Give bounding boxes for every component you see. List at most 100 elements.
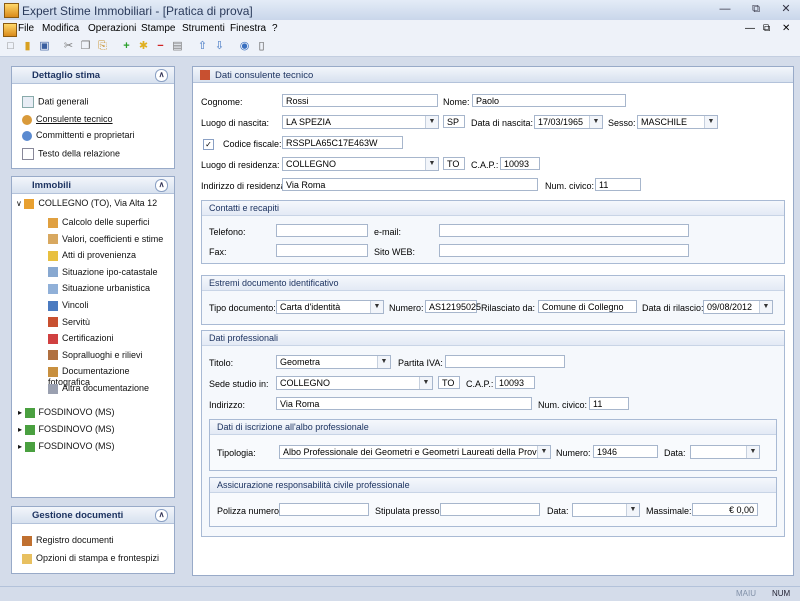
tree-child-item[interactable]: Sopralluoghi e rilievi xyxy=(48,350,143,361)
chevron-down-icon[interactable]: ▼ xyxy=(425,116,438,128)
chevron-down-icon[interactable]: ▼ xyxy=(746,446,759,458)
sede-indirizzo-input[interactable]: Via Roma xyxy=(276,397,532,410)
arrow-down-icon[interactable]: ⇩ xyxy=(213,40,226,53)
star-icon[interactable]: ✱ xyxy=(137,40,150,53)
sidebar-item-testo-relazione[interactable]: Testo della relazione xyxy=(22,148,120,160)
tree-child-item[interactable]: Atti di provenienza xyxy=(48,250,136,261)
sidebar-item-dati-generali[interactable]: Dati generali xyxy=(22,96,89,108)
new-icon[interactable]: □ xyxy=(4,40,17,53)
menu-operazioni[interactable]: Operazioni xyxy=(88,23,136,34)
indirizzo-residenza-input[interactable]: Via Roma xyxy=(282,178,538,191)
sidebar-item-opzioni-stampa[interactable]: Opzioni di stampa e frontespizi xyxy=(22,553,159,564)
titolo-label: Titolo: xyxy=(209,358,234,368)
num-civico-input[interactable]: 11 xyxy=(595,178,641,191)
nome-input[interactable]: Paolo xyxy=(472,94,626,107)
chevron-down-icon[interactable]: ▼ xyxy=(425,158,438,170)
tree-child-item[interactable]: Situazione urbanistica xyxy=(48,283,150,295)
rilasciato-input[interactable]: Comune di Collegno xyxy=(538,300,637,313)
mdi-close-icon[interactable]: ✕ xyxy=(782,23,790,34)
app-menu-icon[interactable] xyxy=(3,23,17,37)
assicurazione-data-picker[interactable]: ▼ xyxy=(572,503,640,517)
tipo-documento-select[interactable]: Carta d'identità ▼ xyxy=(276,300,384,314)
restore-icon[interactable]: ⧉ xyxy=(745,2,767,17)
tree-node-fosdinovo-3[interactable]: ▸ FOSDINOVO (MS) xyxy=(18,441,115,452)
menu-strumenti[interactable]: Strumenti xyxy=(182,23,225,34)
tree-child-item[interactable]: Situazione ipo-catastale xyxy=(48,267,158,278)
sede-prov-input[interactable]: TO xyxy=(438,376,460,389)
codice-fiscale-input[interactable]: RSSPLA65C17E463W xyxy=(282,136,403,149)
stipulata-input[interactable] xyxy=(440,503,540,516)
massimale-input[interactable]: € 0,00 xyxy=(692,503,758,516)
exit-icon[interactable]: ▯ xyxy=(255,40,268,53)
menu-modifica[interactable]: Modifica xyxy=(42,23,79,34)
fax-input[interactable] xyxy=(276,244,368,257)
document-icon[interactable]: ▤ xyxy=(171,40,184,53)
sede-cap-input[interactable]: 10093 xyxy=(495,376,535,389)
collapse-icon[interactable]: ∧ xyxy=(155,509,168,522)
cap-input[interactable]: 10093 xyxy=(500,157,540,170)
collapse-icon[interactable]: ∧ xyxy=(155,69,168,82)
collapse-icon[interactable]: ∧ xyxy=(155,179,168,192)
tree-child-item[interactable]: Certificazioni xyxy=(48,333,114,344)
sidebar-item-registro[interactable]: Registro documenti xyxy=(22,535,114,546)
chevron-down-icon[interactable]: ▼ xyxy=(419,377,432,389)
minimize-icon[interactable]: — xyxy=(714,2,736,17)
albo-data-picker[interactable]: ▼ xyxy=(690,445,760,459)
open-icon[interactable]: ▮ xyxy=(21,40,34,53)
arrow-up-icon[interactable]: ⇧ xyxy=(196,40,209,53)
data-rilascio-picker[interactable]: 09/08/2012 ▼ xyxy=(703,300,773,314)
chevron-down-icon[interactable]: ▼ xyxy=(537,446,550,458)
data-nascita-picker[interactable]: 17/03/1965 ▼ xyxy=(534,115,603,129)
prov-residenza-input[interactable]: TO xyxy=(443,157,465,170)
add-icon[interactable]: + xyxy=(120,40,133,53)
sesso-select[interactable]: MASCHILE ▼ xyxy=(637,115,718,129)
numero-documento-input[interactable]: AS12195025 xyxy=(425,300,481,313)
sidebar-item-consulente-tecnico[interactable]: Consulente tecnico xyxy=(22,114,113,125)
chevron-down-icon[interactable]: ▼ xyxy=(704,116,717,128)
chevron-down-icon[interactable]: ▼ xyxy=(626,504,639,516)
codice-fiscale-checkbox[interactable]: ✓ xyxy=(203,139,214,150)
close-icon[interactable]: ✕ xyxy=(775,2,797,17)
mdi-minimize-icon[interactable]: — xyxy=(745,23,755,34)
tree-node-fosdinovo-2[interactable]: ▸ FOSDINOVO (MS) xyxy=(18,424,115,435)
menu-stampe[interactable]: Stampe xyxy=(141,23,175,34)
chevron-down-icon[interactable]: ▼ xyxy=(377,356,390,368)
menu-help[interactable]: ? xyxy=(272,23,278,34)
save-icon[interactable]: ▣ xyxy=(38,40,51,53)
telefono-input[interactable] xyxy=(276,224,368,237)
tree-root-collegno[interactable]: ∨ COLLEGNO (TO), Via Alta 12 xyxy=(16,198,157,209)
prov-nascita-input[interactable]: SP xyxy=(443,115,465,128)
sidebar-item-committenti[interactable]: Committenti e proprietari xyxy=(22,130,135,141)
remove-icon[interactable]: − xyxy=(154,40,167,53)
luogo-residenza-select[interactable]: COLLEGNO ▼ xyxy=(282,157,439,171)
sito-input[interactable] xyxy=(439,244,689,257)
sede-civico-input[interactable]: 11 xyxy=(589,397,629,410)
cut-icon[interactable]: ✂ xyxy=(62,40,75,53)
mdi-restore-icon[interactable]: ⧉ xyxy=(763,23,770,34)
paste-icon[interactable]: ⎘ xyxy=(96,40,109,53)
menu-finestra[interactable]: Finestra xyxy=(230,23,266,34)
luogo-nascita-select[interactable]: LA SPEZIA ▼ xyxy=(282,115,439,129)
copy-icon[interactable]: ❐ xyxy=(79,40,92,53)
chevron-down-icon[interactable]: ▼ xyxy=(370,301,383,313)
tree-child-item[interactable]: Valori, coefficienti e stime xyxy=(48,234,163,245)
tree-child-item[interactable]: Altra documentazione xyxy=(48,383,149,394)
tree-child-item[interactable]: Vincoli xyxy=(48,300,88,311)
help-icon[interactable]: ◉ xyxy=(238,40,251,53)
tree-item-icon xyxy=(48,317,58,328)
menu-file[interactable]: File xyxy=(18,23,34,34)
titolo-select[interactable]: Geometra ▼ xyxy=(276,355,391,369)
email-input[interactable] xyxy=(439,224,689,237)
cognome-input[interactable]: Rossi xyxy=(282,94,438,107)
polizza-input[interactable] xyxy=(279,503,369,516)
tree-child-item[interactable]: Calcolo delle superfici xyxy=(48,217,150,228)
chevron-down-icon[interactable]: ▼ xyxy=(759,301,772,313)
tree-child-item[interactable]: Servitù xyxy=(48,317,90,328)
expand-icon[interactable]: ∨ xyxy=(16,199,22,208)
partita-iva-input[interactable] xyxy=(445,355,565,368)
tree-node-fosdinovo-1[interactable]: ▸ FOSDINOVO (MS) xyxy=(18,407,115,418)
albo-numero-input[interactable]: 1946 xyxy=(593,445,658,458)
chevron-down-icon[interactable]: ▼ xyxy=(589,116,602,128)
tipologia-select[interactable]: Albo Professionale dei Geometri e Geomet… xyxy=(279,445,551,459)
sede-select[interactable]: COLLEGNO ▼ xyxy=(276,376,433,390)
